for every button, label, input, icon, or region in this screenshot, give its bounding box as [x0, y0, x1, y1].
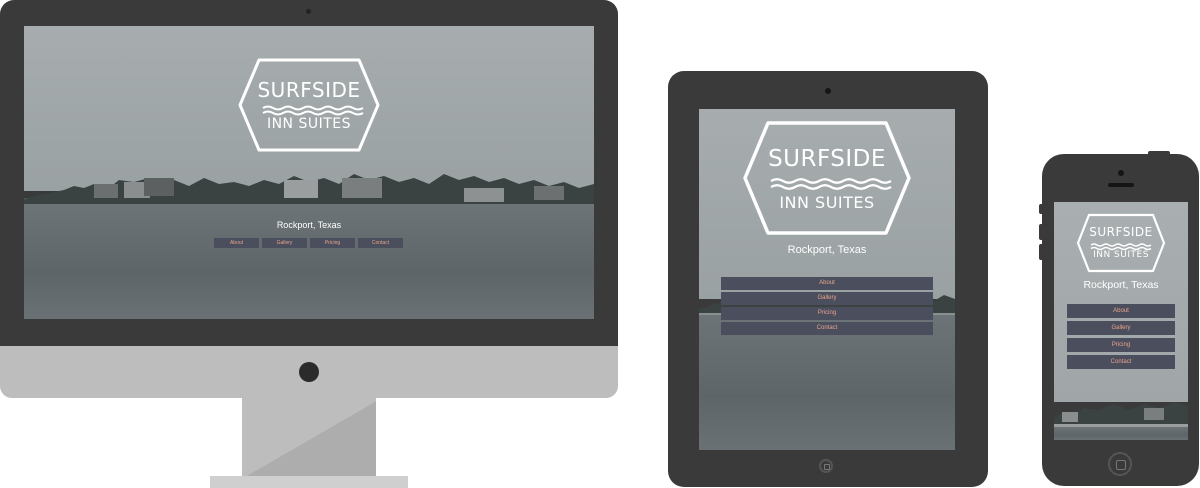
surfside-logo: SURFSIDE INN SUITES — [237, 56, 381, 154]
nav-pricing-button[interactable]: Pricing — [721, 307, 933, 320]
nav-pricing-button[interactable]: Pricing — [310, 238, 355, 248]
nav-about-button[interactable]: About — [721, 277, 933, 290]
logo-line-1: SURFSIDE — [768, 146, 886, 172]
hero-water — [1054, 427, 1188, 440]
logo-line-2: INN SUITES — [1093, 250, 1149, 260]
location-text: Rockport, Texas — [787, 244, 867, 256]
nav-pricing-button[interactable]: Pricing — [1067, 338, 1175, 352]
desktop-screen: SURFSIDE INN SUITES Rockport, Texas Abou… — [24, 26, 594, 319]
surfside-logo: SURFSIDE INN SUITES — [741, 119, 913, 237]
shoreline-image — [1054, 392, 1188, 432]
hero-water — [699, 315, 955, 450]
surfside-logo: SURFSIDE INN SUITES — [1075, 212, 1167, 274]
monitor-stand-base — [210, 476, 408, 488]
monitor-chin — [0, 346, 618, 398]
apple-logo-icon — [299, 362, 319, 382]
tablet-screen: SURFSIDE INN SUITES Rockport, Texas Abou… — [699, 109, 955, 450]
camera-icon — [1118, 170, 1124, 176]
logo-line-2: INN SUITES — [266, 116, 352, 132]
nav-gallery-button[interactable]: Gallery — [721, 292, 933, 305]
logo-line-1: SURFSIDE — [1089, 225, 1153, 239]
speaker-icon — [1108, 183, 1134, 187]
location-text: Rockport, Texas — [1083, 279, 1159, 291]
nav-gallery-button[interactable]: Gallery — [1067, 321, 1175, 335]
nav-gallery-button[interactable]: Gallery — [262, 238, 307, 248]
logo-line-2: INN SUITES — [779, 193, 875, 212]
location-text: Rockport, Texas — [276, 220, 342, 230]
nav-contact-button[interactable]: Contact — [721, 322, 933, 335]
home-button-icon — [1108, 452, 1132, 476]
camera-icon — [825, 88, 831, 94]
nav-contact-button[interactable]: Contact — [358, 238, 403, 248]
logo-line-1: SURFSIDE — [257, 78, 361, 102]
phone-screen: SURFSIDE INN SUITES Rockport, Texas Abou… — [1054, 202, 1188, 440]
camera-icon — [306, 9, 311, 14]
monitor-stand — [242, 398, 376, 478]
tablet-device: SURFSIDE INN SUITES Rockport, Texas Abou… — [668, 71, 988, 487]
home-button-icon — [819, 459, 833, 473]
nav-about-button[interactable]: About — [214, 238, 259, 248]
nav-contact-button[interactable]: Contact — [1067, 355, 1175, 369]
nav-about-button[interactable]: About — [1067, 304, 1175, 318]
